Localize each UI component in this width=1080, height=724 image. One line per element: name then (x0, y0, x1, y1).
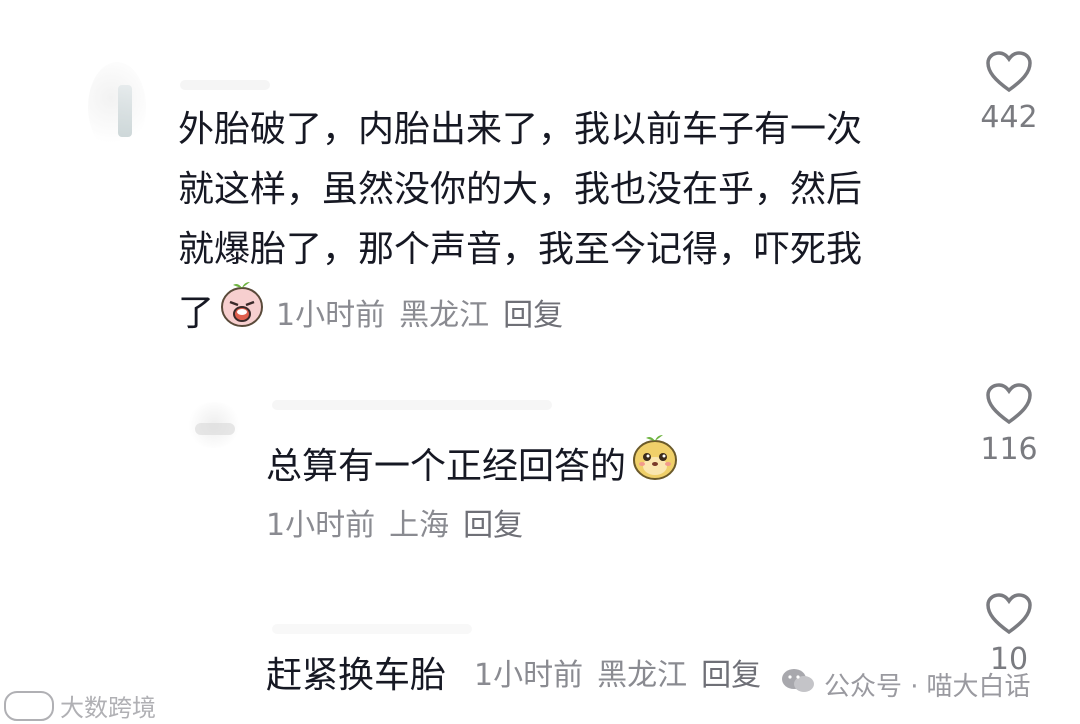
watermark-logo-icon (4, 690, 54, 721)
like-button[interactable]: 116 (974, 382, 1044, 467)
watermark-left-text: 大数跨境 (60, 694, 156, 722)
comment-meta: 1小时前 黑龙江 回复 (276, 296, 577, 336)
username-blurred[interactable] (180, 80, 270, 90)
comment-line-end: 了 (178, 292, 215, 334)
wechat-icon (780, 666, 816, 703)
comment-location: 上海 (389, 508, 450, 543)
username-blurred[interactable] (272, 624, 472, 634)
watermark-right-text: 喵大白话 (926, 672, 1031, 702)
smiling-face-icon (630, 432, 680, 501)
heart-icon (986, 593, 1032, 635)
avatar[interactable] (88, 62, 146, 152)
comment-text: 总算有一个正经回答的 (266, 432, 680, 501)
comment-meta: 1小时前 上海 回复 (266, 506, 537, 546)
watermark-right-prefix: 公众号 · (824, 672, 919, 702)
watermark-right: 公众号 · 喵大白话 (780, 666, 1031, 703)
comment-location: 黑龙江 (399, 298, 490, 333)
comment-location: 黑龙江 (597, 658, 688, 693)
comment-text: 赶紧换车胎 (266, 646, 446, 706)
username-blurred[interactable] (272, 400, 552, 410)
heart-icon (986, 51, 1032, 93)
reply-button[interactable]: 回复 (463, 508, 523, 543)
like-button[interactable]: 10 (974, 592, 1044, 677)
like-button[interactable]: 442 (974, 50, 1044, 135)
comment-time: 1小时前 (276, 298, 386, 333)
comment-time: 1小时前 (266, 508, 376, 543)
reply-button[interactable]: 回复 (503, 298, 563, 333)
avatar-icon (118, 85, 132, 137)
crying-face-icon (218, 280, 266, 347)
comment-line: 就这样，虽然没你的大，我也没在乎，然后 (178, 169, 863, 210)
like-count: 442 (980, 100, 1038, 135)
comment-line: 总算有一个正经回答的 (266, 445, 627, 487)
comment-meta: 1小时前 黑龙江 回复 (474, 656, 775, 696)
comment-time: 1小时前 (474, 658, 584, 693)
comment-line: 就爆胎了，那个声音，我至今记得，吓死我 (178, 229, 863, 270)
heart-icon (986, 383, 1032, 425)
like-count: 116 (980, 432, 1038, 467)
avatar-icon (195, 423, 235, 435)
watermark-left: 大数跨境 (4, 688, 156, 723)
comment-line: 赶紧换车胎 (266, 655, 447, 696)
reply-button[interactable]: 回复 (701, 658, 761, 693)
comment-line: 外胎破了，内胎出来了，我以前车子有一次 (178, 109, 863, 150)
